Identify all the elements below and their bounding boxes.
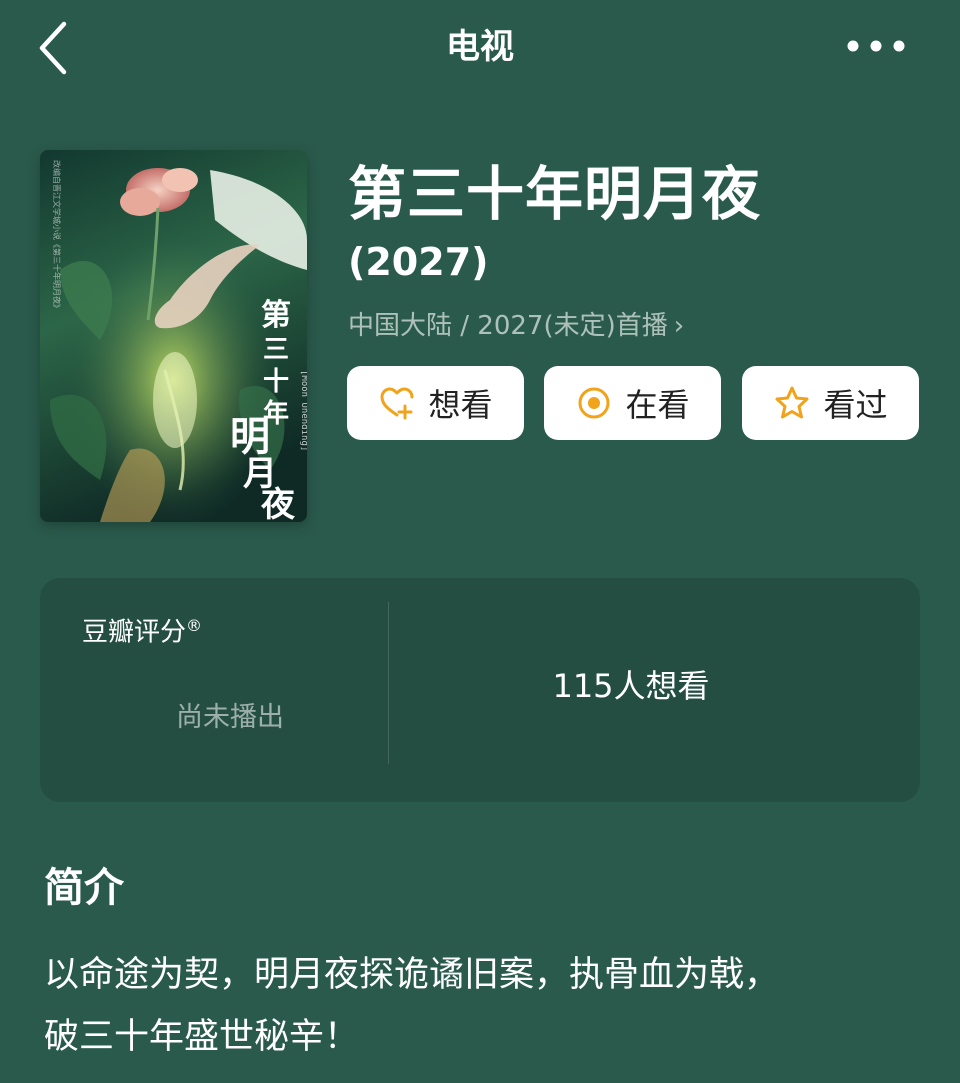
back-button[interactable]: [32, 18, 80, 78]
trademark-mark: ®: [186, 616, 203, 635]
rating-label-text: 豆瓣评分: [82, 617, 187, 648]
rating-status: 尚未播出: [176, 702, 284, 733]
page-title: 电视: [446, 27, 514, 67]
work-meta-text: 中国大陆 / 2027(未定)首播: [348, 311, 668, 341]
svg-text:三: 三: [263, 335, 289, 365]
work-title: 第三十年明月夜: [348, 160, 762, 228]
svg-text:夜: 夜: [260, 485, 296, 522]
svg-text:十: 十: [263, 367, 289, 397]
want-count: 115人想看: [552, 667, 710, 705]
more-button[interactable]: [840, 26, 912, 66]
poster-image[interactable]: 第 三 十 年 明 月 夜 [Moon Unending] 改编自晋江文学城小说…: [40, 150, 307, 522]
chevron-left-icon: [39, 21, 67, 75]
want-to-watch-button[interactable]: 想看: [347, 366, 524, 440]
intro-text[interactable]: 以命途为契，明月夜探诡谲旧案，执骨血为戟， 破三十年盛世秘辛！: [44, 944, 924, 1068]
watching-label: 在看: [625, 386, 690, 424]
want-to-watch-label: 想看: [428, 386, 493, 424]
svg-text:第: 第: [261, 298, 291, 333]
svg-text:明: 明: [230, 413, 270, 460]
intro-line: 破三十年盛世秘辛！: [44, 1017, 360, 1057]
rating-card[interactable]: 豆瓣评分® 尚未播出 115人想看: [40, 578, 920, 802]
work-meta-link[interactable]: 中国大陆 / 2027(未定)首播 ›: [348, 308, 684, 344]
watched-button[interactable]: 看过: [742, 366, 919, 440]
rating-label: 豆瓣评分®: [82, 608, 202, 651]
star-icon: [775, 386, 809, 419]
svg-text:改编自晋江文学城小说《第三十年明月夜》: 改编自晋江文学城小说《第三十年明月夜》: [52, 160, 62, 312]
intro-line: 以命途为契，明月夜探诡谲旧案，执骨血为戟，: [44, 955, 780, 995]
top-nav-bar: 电视: [0, 0, 960, 96]
watching-button[interactable]: 在看: [544, 366, 721, 440]
chevron-right-icon: ›: [673, 311, 685, 341]
rating-divider: [388, 602, 389, 764]
work-year: (2027): [348, 240, 489, 284]
svg-text:[Moon Unending]: [Moon Unending]: [299, 370, 307, 451]
target-icon: [578, 387, 610, 419]
more-dots-icon: [847, 40, 905, 52]
watched-label: 看过: [823, 386, 888, 424]
intro-heading: 简介: [44, 865, 124, 911]
poster-artwork: 第 三 十 年 明 月 夜 [Moon Unending] 改编自晋江文学城小说…: [40, 150, 307, 522]
heart-plus-icon: [380, 387, 414, 420]
